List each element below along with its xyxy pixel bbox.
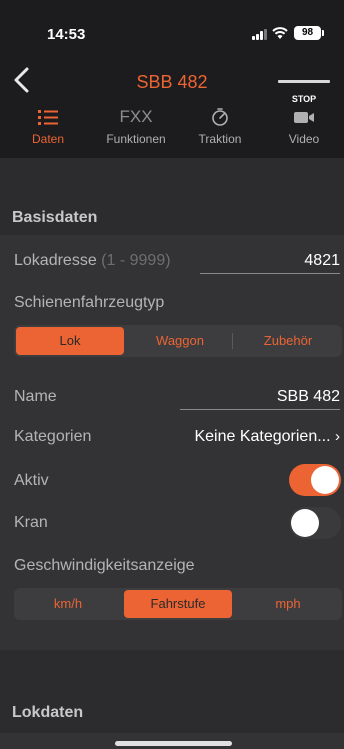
home-indicator[interactable] — [115, 741, 232, 746]
aktiv-toggle-knob — [311, 466, 339, 494]
tab-daten[interactable]: Daten — [18, 106, 78, 154]
seg-lok[interactable]: Lok — [16, 327, 124, 355]
geschwindigkeit-segmented-control[interactable]: km/h Fahrstufe mph — [14, 588, 342, 620]
seg-waggon[interactable]: Waggon — [126, 325, 234, 357]
kran-toggle[interactable] — [289, 507, 341, 539]
section-header-lokdaten: Lokdaten — [0, 702, 344, 726]
fahrzeugtyp-label: Schienenfahrzeugtyp — [14, 294, 165, 311]
geschwindigkeit-label: Geschwindigkeitsanzeige — [14, 557, 195, 574]
tab-funktionen[interactable]: FXX Funktionen — [96, 106, 176, 154]
speedometer-icon — [212, 108, 228, 126]
name-input[interactable]: SBB 482 — [180, 388, 340, 406]
name-underline — [180, 409, 340, 410]
lokadresse-input[interactable]: 4821 — [200, 252, 340, 270]
nav-bar: SBB 482 STOP — [0, 60, 344, 105]
aktiv-toggle[interactable] — [289, 464, 341, 496]
chevron-right-icon: › — [335, 428, 340, 445]
stop-button[interactable]: STOP — [276, 80, 332, 104]
signal-icon — [252, 29, 269, 40]
seg-divider — [232, 333, 233, 349]
lokadresse-hint: (1 - 9999) — [101, 252, 171, 269]
seg-fahrstufe[interactable]: Fahrstufe — [124, 590, 232, 618]
tab-label-traktion: Traktion — [198, 132, 242, 146]
lokadresse-label: Lokadresse (1 - 9999) — [14, 252, 171, 270]
kategorien-selector[interactable]: Keine Kategorien... › — [160, 428, 340, 446]
tab-label-funktionen: Funktionen — [106, 132, 166, 146]
lokadresse-underline — [200, 273, 340, 274]
seg-mph[interactable]: mph — [234, 588, 342, 620]
section-header-basisdaten: Basisdaten — [0, 206, 344, 236]
kran-label: Kran — [14, 514, 48, 531]
seg-zubehoer[interactable]: Zubehör — [234, 325, 342, 357]
stop-bar — [278, 80, 330, 83]
tab-bar: Daten FXX Funktionen Traktion Video — [0, 106, 344, 154]
list-icon — [38, 110, 58, 125]
kategorien-value: Keine Kategorien... — [194, 428, 331, 445]
app-header: 14:53 98 SBB 482 STOP Daten FXX Funktion… — [0, 0, 344, 158]
name-label: Name — [14, 388, 57, 405]
tab-traktion[interactable]: Traktion — [188, 106, 252, 154]
seg-kmh[interactable]: km/h — [14, 588, 122, 620]
fxx-icon: FXX — [119, 107, 153, 126]
status-time: 14:53 — [47, 26, 86, 43]
status-bar: 14:53 98 — [0, 0, 344, 60]
lokadresse-label-text: Lokadresse — [14, 252, 97, 269]
tab-label-daten: Daten — [31, 132, 65, 146]
kran-toggle-knob — [291, 509, 319, 537]
basisdaten-group: Lokadresse (1 - 9999) 4821 Schienenfahrz… — [0, 235, 344, 650]
wifi-icon — [272, 27, 288, 39]
aktiv-label: Aktiv — [14, 472, 49, 489]
kategorien-label: Kategorien — [14, 428, 92, 445]
video-camera-icon — [294, 112, 314, 123]
tab-label-video: Video — [288, 132, 320, 146]
fahrzeugtyp-segmented-control[interactable]: Lok Waggon Zubehör — [14, 325, 342, 357]
tab-video[interactable]: Video — [276, 106, 332, 154]
stop-label: STOP — [291, 94, 317, 104]
battery-icon: 98 — [294, 26, 324, 40]
